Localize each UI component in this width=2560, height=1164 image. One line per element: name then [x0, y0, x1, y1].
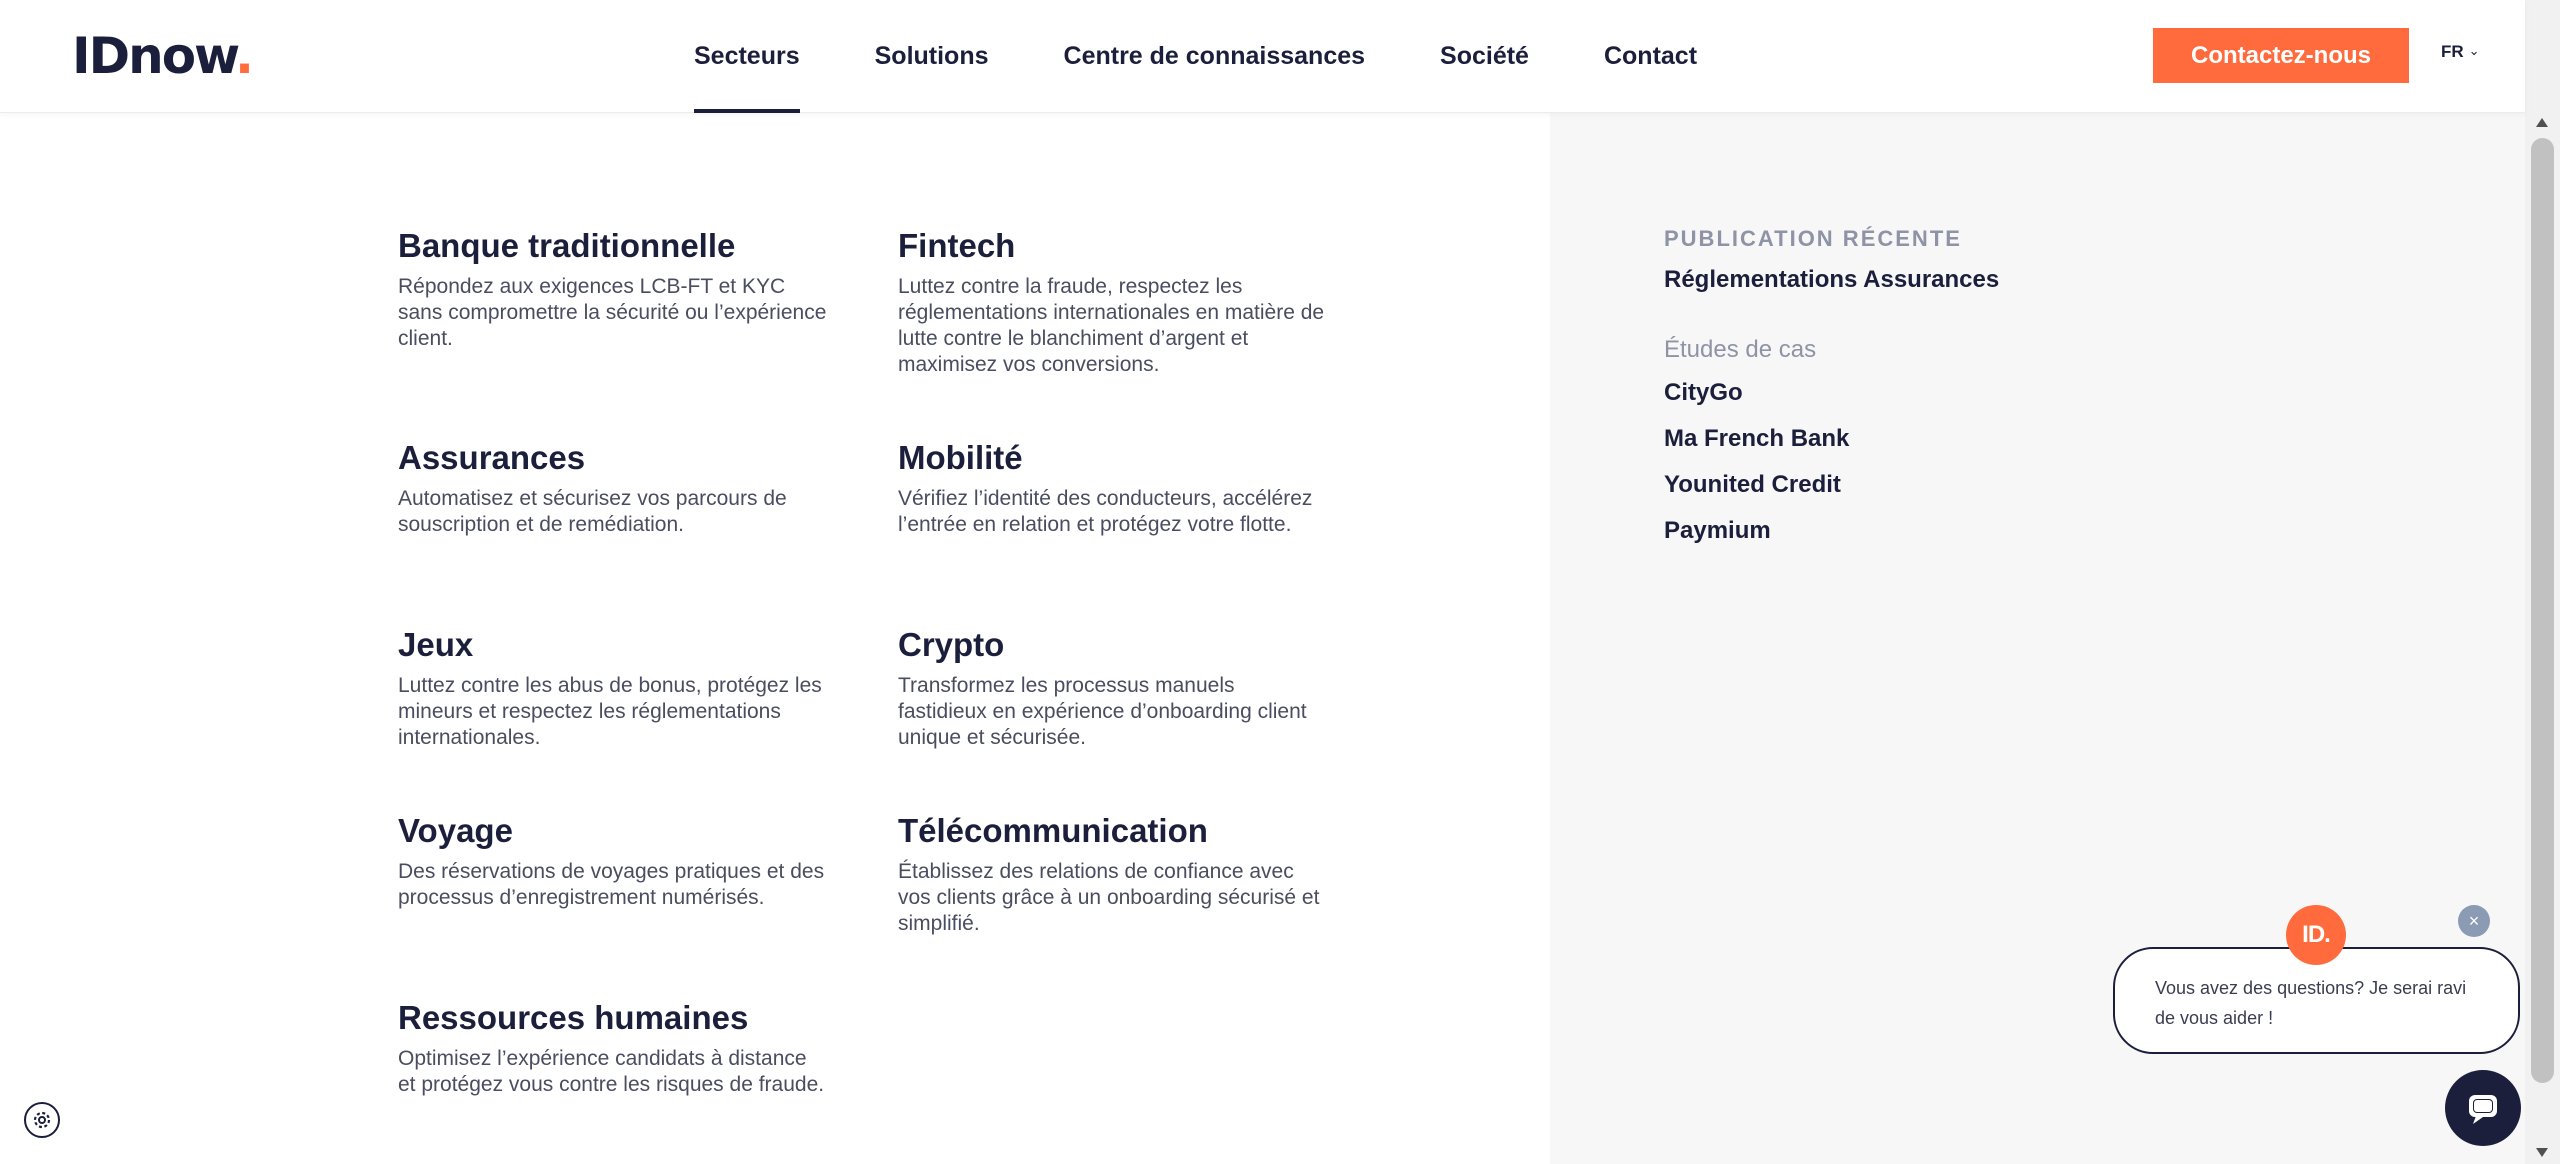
sector-description: Vérifiez l’identité des conducteurs, acc…	[898, 487, 1313, 536]
recent-publication-link[interactable]: Réglementations Assurances	[1664, 266, 1999, 294]
sector-assurances[interactable]: Assurances Automatisez et sécurisez vos …	[398, 438, 828, 538]
case-study-link-citygo[interactable]: CityGo	[1664, 378, 1999, 408]
logo-dot: .	[235, 27, 254, 85]
scroll-down-arrow-icon[interactable]	[2536, 1148, 2548, 1157]
sector-title: Télécommunication	[898, 812, 1208, 849]
chat-greeting-text: Vous avez des questions? Je serai ravi d…	[2155, 978, 2467, 1028]
sector-fintech[interactable]: Fintech Luttez contre la fraude, respect…	[898, 226, 1328, 378]
sector-description: Luttez contre les abus de bonus, protége…	[398, 674, 822, 749]
sector-description: Transformez les processus manuels fastid…	[898, 674, 1307, 749]
chat-bubble-icon	[2469, 1095, 2497, 1124]
case-study-link-younited-credit[interactable]: Younited Credit	[1664, 470, 1999, 500]
nav-item-secteurs[interactable]: Secteurs	[694, 0, 800, 113]
logo-text: IDnow	[72, 27, 237, 85]
sector-crypto[interactable]: Crypto Transformez les processus manuels…	[898, 625, 1328, 751]
cookie-settings-button[interactable]	[24, 1102, 60, 1138]
sector-title: Assurances	[398, 439, 586, 476]
sector-title: Mobilité	[898, 439, 1023, 476]
chat-close-icon[interactable]: ×	[2458, 905, 2490, 937]
sector-mobilite[interactable]: Mobilité Vérifiez l’identité des conduct…	[898, 438, 1328, 538]
idnow-logo[interactable]: IDnow.	[72, 27, 254, 85]
sector-title: Fintech	[898, 227, 1016, 264]
site-header: IDnow. Secteurs Solutions Centre de conn…	[0, 0, 2525, 113]
case-studies-list: CityGo Ma French Bank Younited Credit Pa…	[1664, 378, 1999, 546]
sector-banque-traditionnelle[interactable]: Banque traditionnelle Répondez aux exige…	[398, 226, 828, 352]
sector-description: Établissez des relations de confiance av…	[898, 860, 1320, 935]
recent-publication-heading: PUBLICATION RÉCENTE	[1664, 226, 1962, 251]
page: IDnow. Secteurs Solutions Centre de conn…	[0, 0, 2560, 1164]
nav-item-societe[interactable]: Société	[1440, 0, 1529, 113]
sector-description: Répondez aux exigences LCB-FT et KYC san…	[398, 275, 827, 350]
sector-voyage[interactable]: Voyage Des réservations de voyages prati…	[398, 811, 828, 911]
sector-description: Des réservations de voyages pratiques et…	[398, 860, 825, 909]
sector-title: Jeux	[398, 626, 474, 663]
gear-icon	[33, 1111, 51, 1129]
scrollbar-thumb[interactable]	[2531, 138, 2554, 1083]
sector-description: Automatisez et sécurisez vos parcours de…	[398, 487, 787, 536]
sector-telecommunication[interactable]: Télécommunication Établissez des relatio…	[898, 811, 1328, 937]
sector-title: Voyage	[398, 812, 513, 849]
page-scrollbar[interactable]	[2525, 0, 2560, 1164]
nav-item-contact[interactable]: Contact	[1604, 0, 1697, 113]
language-selector[interactable]: FR ⌄	[2441, 42, 2480, 62]
case-study-link-ma-french-bank[interactable]: Ma French Bank	[1664, 424, 1999, 454]
sector-jeux[interactable]: Jeux Luttez contre les abus de bonus, pr…	[398, 625, 828, 751]
sector-title: Banque traditionnelle	[398, 227, 736, 264]
sector-description: Optimisez l’expérience candidats à dista…	[398, 1047, 825, 1096]
case-studies-heading: Études de cas	[1664, 336, 1817, 363]
language-label: FR	[2441, 42, 2464, 61]
chat-avatar: ID.	[2286, 905, 2346, 965]
sector-description: Luttez contre la fraude, respectez les r…	[898, 275, 1325, 376]
chat-launcher-button[interactable]	[2445, 1070, 2521, 1146]
chevron-down-icon: ⌄	[2468, 43, 2480, 58]
contact-us-button[interactable]: Contactez-nous	[2153, 28, 2409, 83]
nav-item-centre-de-connaissances[interactable]: Centre de connaissances	[1064, 0, 1366, 113]
nav-item-solutions[interactable]: Solutions	[875, 0, 989, 113]
scroll-up-arrow-icon[interactable]	[2536, 118, 2548, 127]
sector-title: Crypto	[898, 626, 1005, 663]
sector-title: Ressources humaines	[398, 999, 749, 1036]
case-study-link-paymium[interactable]: Paymium	[1664, 516, 1999, 546]
main-nav: Secteurs Solutions Centre de connaissanc…	[694, 0, 1772, 113]
resources-panel-content: PUBLICATION RÉCENTE Réglementations Assu…	[1664, 226, 1999, 546]
sector-ressources-humaines[interactable]: Ressources humaines Optimisez l’expérien…	[398, 998, 828, 1098]
